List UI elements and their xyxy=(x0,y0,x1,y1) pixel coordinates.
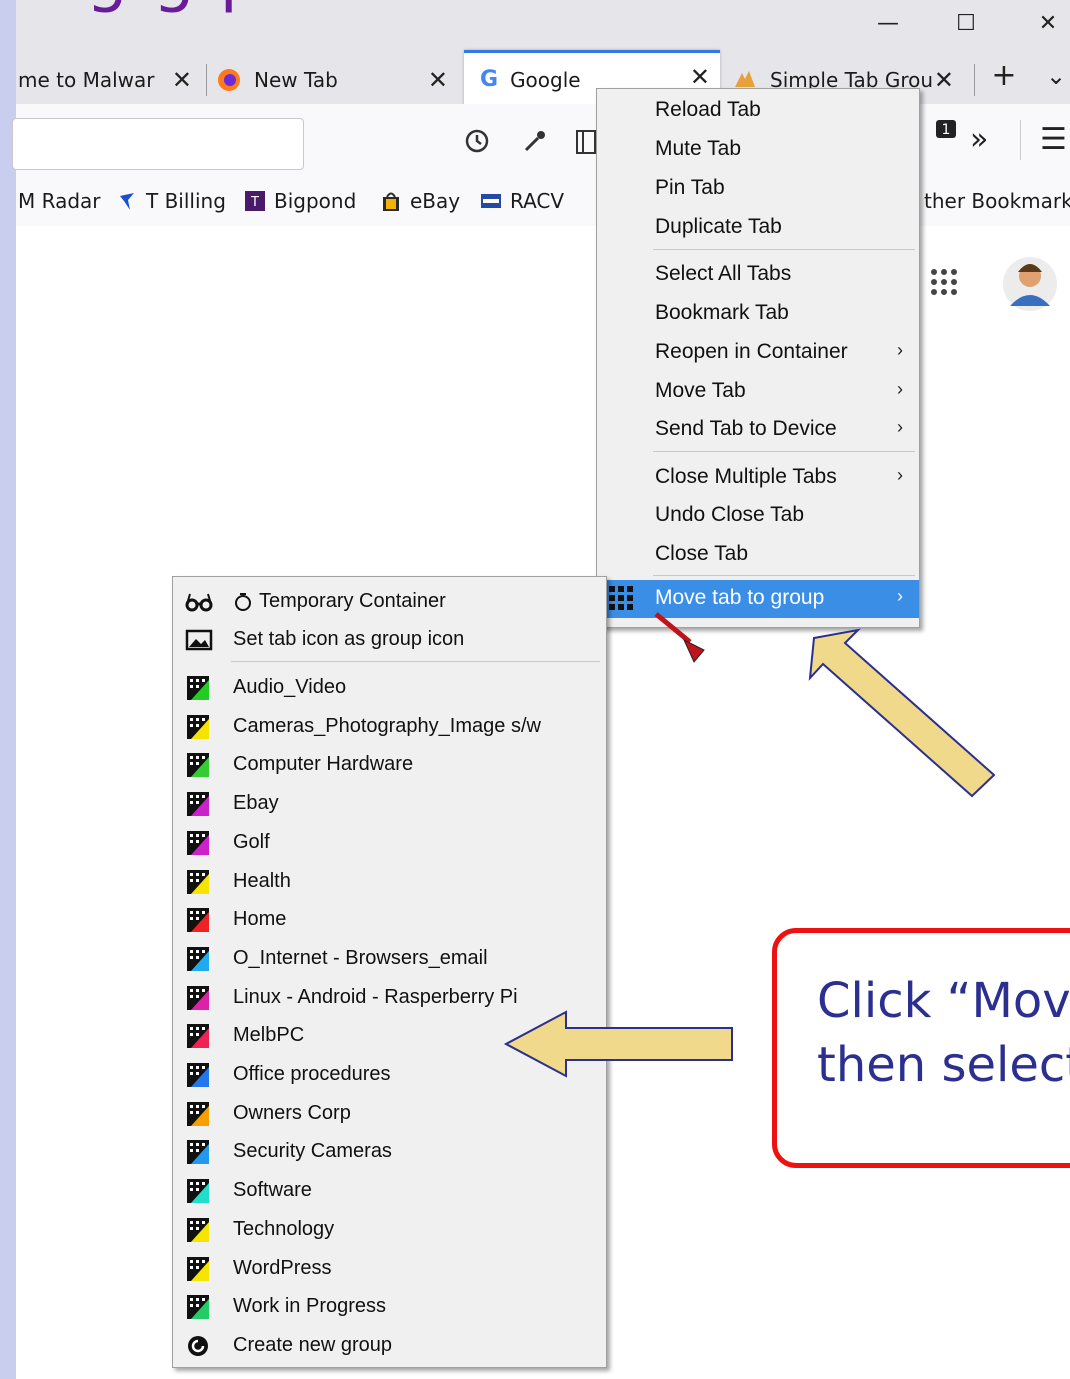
callout-arrow-up-left xyxy=(808,628,996,798)
pointer-cursor-icon xyxy=(654,612,705,663)
callout-arrow-left xyxy=(503,1010,733,1078)
annotation-layer xyxy=(503,612,996,1078)
callout-text-line2: then select xyxy=(817,1037,1070,1093)
callout-text-line1: Click “Move xyxy=(817,973,1070,1029)
callout-box: Click “Move then select xyxy=(772,928,1070,1168)
